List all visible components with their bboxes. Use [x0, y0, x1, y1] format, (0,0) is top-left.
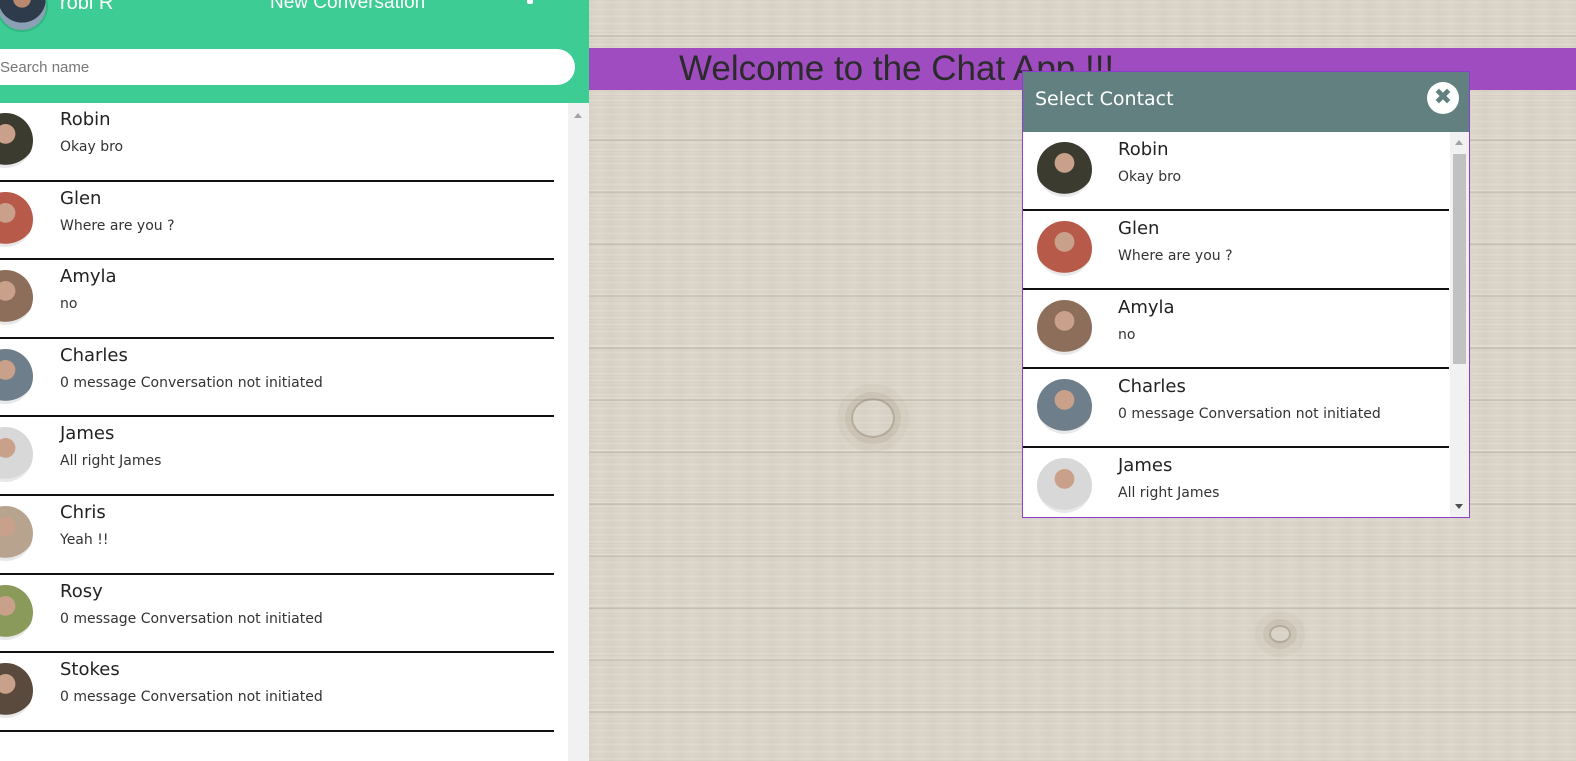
list-item[interactable]: James All right James — [1023, 448, 1449, 517]
scroll-up-arrow-icon[interactable] — [1455, 140, 1463, 145]
contact-name: Robin — [60, 109, 111, 130]
avatar — [1037, 379, 1092, 434]
list-item[interactable]: Charles 0 message Conversation not initia… — [0, 338, 554, 418]
list-item[interactable]: Stokes 0 message Conversation not initiat… — [0, 653, 554, 732]
list-item[interactable]: Glen Where are you ? — [0, 181, 554, 261]
avatar — [1037, 458, 1092, 513]
contact-name: Charles — [1118, 376, 1186, 397]
modal-scrollbar[interactable] — [1450, 132, 1469, 517]
last-message: no — [1118, 327, 1136, 343]
list-item[interactable]: Robin Okay bro — [1023, 132, 1449, 211]
wood-knot — [1269, 625, 1291, 643]
list-item[interactable]: Robin Okay bro — [0, 103, 554, 182]
last-message: 0 message Conversation not initiated — [60, 689, 323, 706]
avatar — [0, 191, 33, 247]
contact-name: James — [60, 423, 115, 445]
contact-name: Charles — [60, 344, 128, 366]
close-icon[interactable]: ✖ — [1427, 82, 1459, 114]
user-name: robi R — [60, 0, 114, 14]
last-message: 0 message Conversation not initiated — [1118, 406, 1381, 422]
modal-header: Select Contact ✖ — [1023, 72, 1469, 132]
avatar — [0, 113, 33, 168]
list-item[interactable]: Chris Yeah !! — [0, 495, 554, 575]
avatar — [0, 584, 33, 640]
scrollbar[interactable] — [568, 103, 589, 761]
contact-name: Chris — [60, 501, 106, 523]
contact-name: Glen — [60, 187, 102, 209]
contact-name: Robin — [1118, 139, 1169, 160]
wood-knot — [851, 398, 895, 438]
select-contact-modal: Select Contact ✖ Robin Okay bro Glen Where … — [1022, 71, 1470, 518]
avatar — [0, 427, 33, 483]
contact-name: James — [1118, 455, 1173, 476]
avatar — [1037, 221, 1092, 276]
last-message: Okay bro — [1118, 169, 1182, 185]
list-item[interactable]: Amyla no — [1023, 290, 1449, 369]
sidebar-header: robi R New Conversation — [0, 0, 589, 103]
new-conversation-button[interactable]: New Conversation — [270, 0, 425, 14]
contact-list[interactable]: Robin Okay bro Glen Where are you ? Amyla no C… — [0, 103, 568, 761]
avatar — [0, 505, 33, 561]
last-message: 0 message Conversation not initiated — [60, 610, 323, 627]
last-message: Okay bro — [60, 139, 124, 155]
scroll-thumb[interactable] — [1453, 154, 1466, 364]
modal-title: Select Contact — [1035, 88, 1174, 110]
modal-contact-list[interactable]: Robin Okay bro Glen Where are you ? Amyla no C… — [1023, 132, 1449, 517]
last-message: no — [60, 296, 78, 313]
list-item[interactable]: Rosy 0 message Conversation not initiated — [0, 574, 554, 654]
last-message: Yeah !! — [60, 531, 109, 548]
sidebar: robi R New Conversation Robin Okay bro Gle… — [0, 0, 589, 761]
avatar — [0, 270, 33, 326]
list-item[interactable]: James All right James — [0, 417, 554, 496]
contact-name: Stokes — [60, 659, 120, 681]
contact-name: Amyla — [1118, 297, 1175, 318]
last-message: All right James — [60, 453, 162, 470]
list-item[interactable]: Amyla no — [0, 260, 554, 339]
contact-name: Rosy — [60, 580, 103, 602]
last-message: Where are you ? — [60, 217, 175, 234]
scroll-up-arrow-icon[interactable] — [574, 113, 582, 118]
search-input[interactable] — [0, 49, 575, 85]
last-message: All right James — [1118, 485, 1220, 501]
list-item[interactable]: Charles 0 message Conversation not initia… — [1023, 369, 1449, 448]
scroll-down-arrow-icon[interactable] — [1455, 504, 1463, 509]
avatar — [0, 348, 33, 404]
last-message: 0 message Conversation not initiated — [60, 374, 323, 391]
list-item[interactable]: Glen Where are you ? — [1023, 211, 1449, 290]
avatar — [0, 663, 33, 719]
avatar — [1037, 142, 1092, 197]
contact-name: Amyla — [60, 266, 117, 288]
last-message: Where are you ? — [1118, 248, 1233, 264]
menu-icon[interactable] — [527, 0, 533, 4]
contact-name: Glen — [1118, 218, 1160, 239]
avatar — [1037, 300, 1092, 355]
avatar[interactable] — [0, 0, 48, 32]
